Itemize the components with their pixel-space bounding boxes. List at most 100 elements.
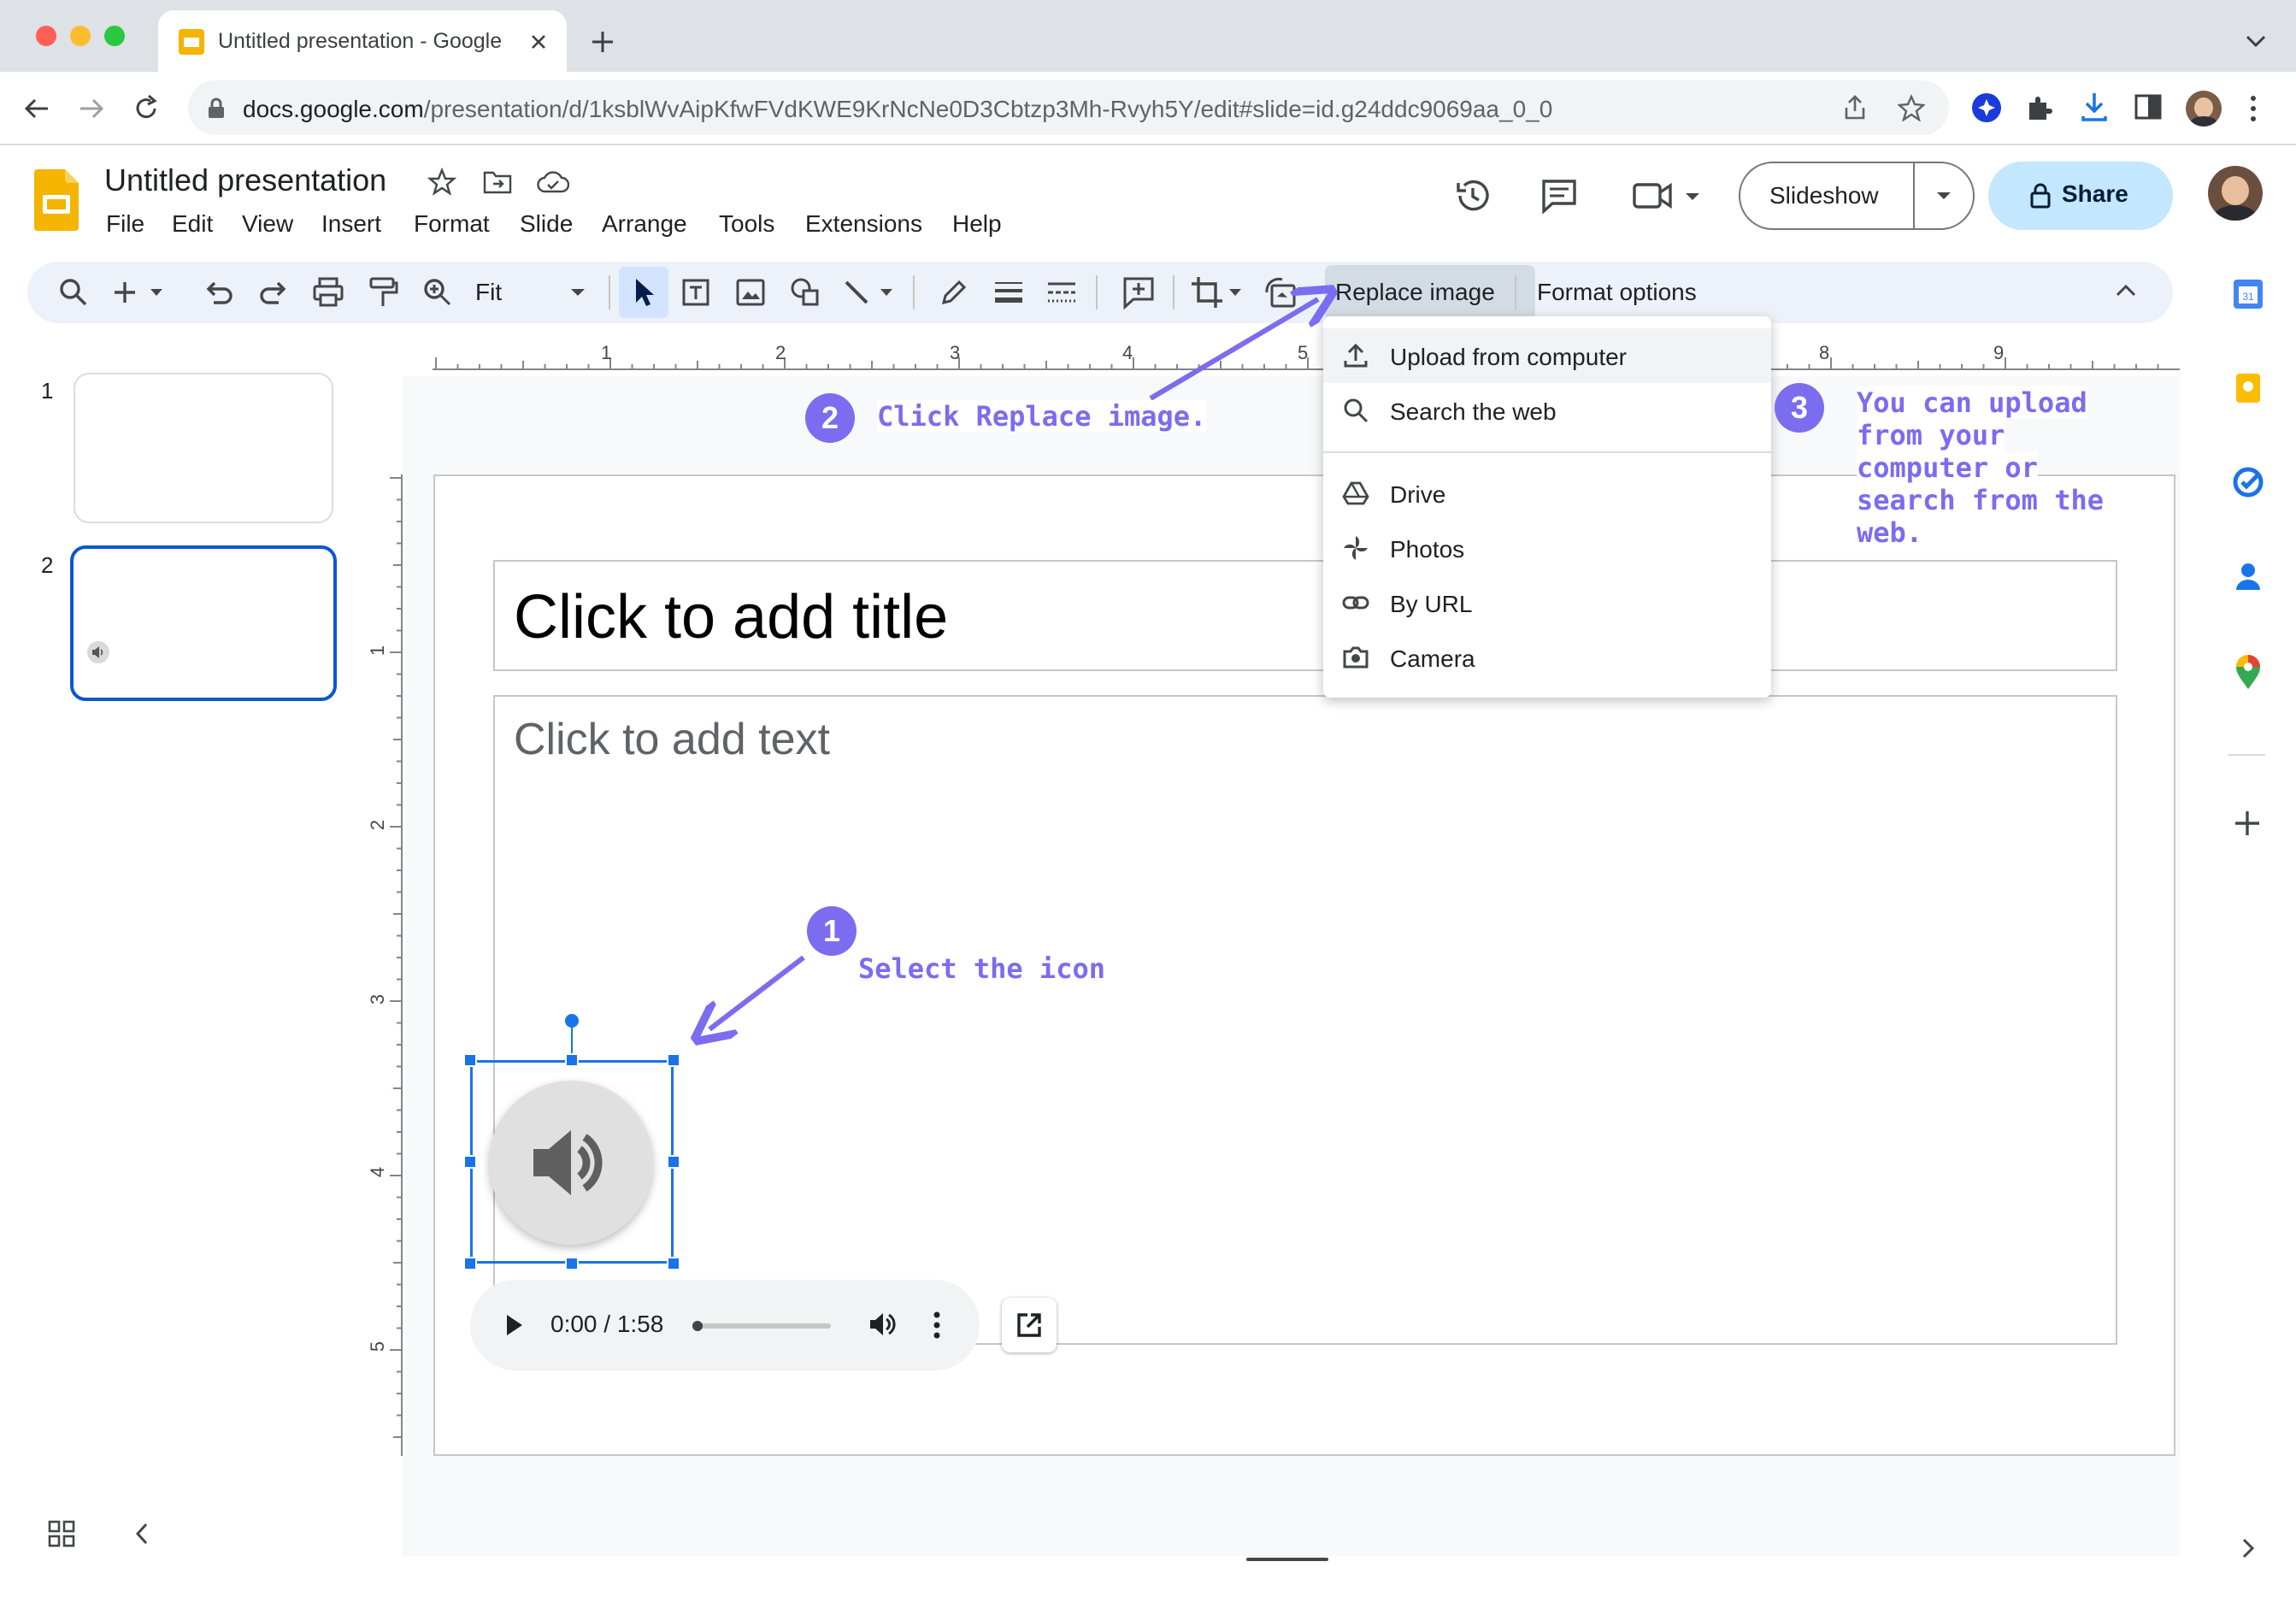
address-bar[interactable]: docs.google.com/presentation/d/1ksblWvAi… xyxy=(188,80,1949,135)
resize-handle[interactable] xyxy=(667,1257,680,1270)
star-icon[interactable] xyxy=(427,168,456,197)
menu-item-photos[interactable]: Photos xyxy=(1323,521,1771,575)
reset-image-icon[interactable] xyxy=(1263,275,1298,309)
resize-handle[interactable] xyxy=(463,1155,477,1169)
extensions-puzzle-icon[interactable] xyxy=(2024,92,2055,123)
menu-insert[interactable]: Insert xyxy=(321,210,381,238)
close-window-button[interactable] xyxy=(36,26,56,46)
audio-speaker-button[interactable] xyxy=(489,1081,653,1245)
menu-item-search-the-web[interactable]: Search the web xyxy=(1323,383,1771,438)
slideshow-button[interactable]: Slideshow xyxy=(1739,162,1975,230)
tasks-icon[interactable] xyxy=(2231,465,2265,499)
zoom-icon[interactable] xyxy=(421,275,455,309)
resize-handle[interactable] xyxy=(565,1257,579,1270)
paint-format-icon[interactable] xyxy=(366,275,400,309)
menu-file[interactable]: File xyxy=(106,210,144,238)
version-history-icon[interactable] xyxy=(1453,176,1492,215)
text-box-icon[interactable] xyxy=(679,275,713,309)
expand-side-panel-icon[interactable] xyxy=(2240,1537,2257,1559)
select-cursor-icon[interactable] xyxy=(627,275,662,309)
new-slide-icon[interactable] xyxy=(113,275,166,309)
back-arrow-icon[interactable] xyxy=(22,94,51,123)
maps-icon[interactable] xyxy=(2233,653,2264,691)
open-in-drive-button[interactable] xyxy=(1002,1298,1057,1352)
menu-item-drive[interactable]: Drive xyxy=(1323,466,1771,521)
play-icon[interactable] xyxy=(504,1312,525,1338)
document-title[interactable]: Untitled presentation xyxy=(104,162,386,198)
maximize-window-button[interactable] xyxy=(104,26,125,46)
collapse-filmstrip-icon[interactable] xyxy=(133,1522,150,1546)
slide-thumbnail-2[interactable] xyxy=(70,545,337,701)
forward-arrow-icon[interactable] xyxy=(77,94,106,123)
audio-more-icon[interactable] xyxy=(932,1311,942,1340)
zoom-dropdown-icon[interactable] xyxy=(569,287,586,298)
print-icon[interactable] xyxy=(311,275,345,309)
body-placeholder[interactable]: Click to add text xyxy=(493,695,2117,1345)
menu-edit[interactable]: Edit xyxy=(172,210,213,238)
replace-image-button[interactable]: Replace image xyxy=(1325,265,1535,320)
meet-camera-icon[interactable] xyxy=(1633,181,1701,210)
grid-view-icon[interactable] xyxy=(48,1520,75,1547)
close-tab-icon[interactable] xyxy=(529,32,548,51)
new-tab-icon[interactable] xyxy=(590,29,615,55)
calendar-icon[interactable]: 31 xyxy=(2231,277,2265,311)
slide-thumbnail-1[interactable] xyxy=(74,373,333,523)
zoom-select-value[interactable]: Fit xyxy=(475,279,502,306)
comments-icon[interactable] xyxy=(1540,178,1578,214)
resize-handle[interactable] xyxy=(565,1053,579,1067)
undo-icon[interactable] xyxy=(202,275,236,309)
audio-progress-thumb[interactable] xyxy=(692,1321,703,1331)
crop-image-icon[interactable] xyxy=(1190,275,1245,309)
bookmark-star-icon[interactable] xyxy=(1898,94,1925,121)
tab-search-chevron-icon[interactable] xyxy=(2245,34,2267,50)
border-dash-icon[interactable] xyxy=(1045,275,1079,309)
audio-volume-icon[interactable] xyxy=(868,1311,898,1338)
speaker-notes-drag-handle[interactable] xyxy=(1246,1558,1328,1561)
browser-menu-icon[interactable] xyxy=(2248,94,2258,123)
resize-handle[interactable] xyxy=(667,1155,680,1169)
audio-progress-track[interactable] xyxy=(692,1321,831,1331)
browser-tab[interactable]: Untitled presentation - Google Slides xyxy=(158,10,567,72)
redo-icon[interactable] xyxy=(256,275,291,309)
cloud-saved-icon[interactable] xyxy=(537,169,569,195)
border-color-pencil-icon[interactable] xyxy=(937,275,971,309)
slideshow-dropdown-icon[interactable] xyxy=(1935,191,1952,201)
share-button[interactable]: Share xyxy=(1988,162,2173,230)
resize-handle[interactable] xyxy=(463,1257,477,1270)
minimize-window-button[interactable] xyxy=(70,26,91,46)
reload-icon[interactable] xyxy=(132,94,161,123)
search-menus-icon[interactable] xyxy=(56,275,91,309)
menu-arrange[interactable]: Arrange xyxy=(602,210,687,238)
border-weight-icon[interactable] xyxy=(992,275,1026,309)
browser-profile-avatar[interactable] xyxy=(2186,91,2222,127)
account-avatar[interactable] xyxy=(2208,166,2263,221)
resize-handle[interactable] xyxy=(667,1053,680,1067)
side-panel-icon[interactable] xyxy=(2134,92,2163,121)
format-options-button[interactable]: Format options xyxy=(1537,279,1697,306)
add-comment-icon[interactable] xyxy=(1122,275,1156,309)
slides-logo-icon[interactable] xyxy=(34,169,79,231)
menu-slide[interactable]: Slide xyxy=(520,210,573,238)
share-page-icon[interactable] xyxy=(1843,94,1867,121)
title-placeholder[interactable]: Click to add title xyxy=(493,560,2117,671)
rotation-handle[interactable] xyxy=(565,1014,579,1028)
line-tool-icon[interactable] xyxy=(841,275,896,309)
menu-item-by-url[interactable]: By URL xyxy=(1323,575,1771,630)
collapse-toolbar-chevron-icon[interactable] xyxy=(2115,282,2137,298)
move-to-folder-icon[interactable] xyxy=(482,169,513,195)
shape-icon[interactable] xyxy=(788,275,822,309)
contacts-icon[interactable] xyxy=(2231,559,2265,593)
menu-view[interactable]: View xyxy=(242,210,293,238)
resize-handle[interactable] xyxy=(463,1053,477,1067)
get-addons-plus-icon[interactable] xyxy=(2233,809,2262,838)
insert-image-icon[interactable] xyxy=(733,275,768,309)
download-icon[interactable] xyxy=(2079,91,2110,123)
menu-item-camera[interactable]: Camera xyxy=(1323,630,1771,685)
menu-format[interactable]: Format xyxy=(414,210,490,238)
menu-tools[interactable]: Tools xyxy=(719,210,774,238)
menu-item-upload-from-computer[interactable]: Upload from computer xyxy=(1323,328,1771,383)
keep-icon[interactable] xyxy=(2231,371,2265,405)
extension-assistant-icon[interactable] xyxy=(1971,92,2002,123)
menu-help[interactable]: Help xyxy=(952,210,1002,238)
menu-extensions[interactable]: Extensions xyxy=(805,210,922,238)
